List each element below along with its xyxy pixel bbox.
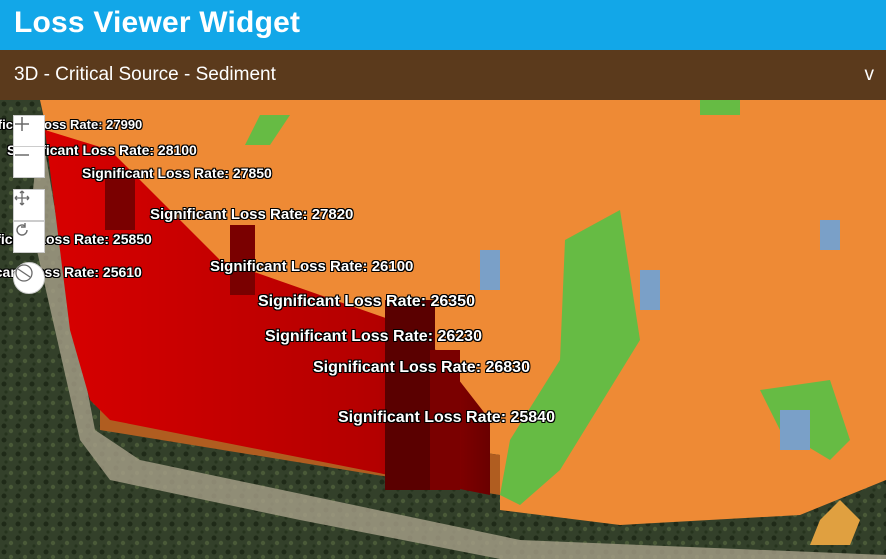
- compass-icon: [15, 264, 33, 282]
- rotate-button[interactable]: [13, 221, 45, 253]
- move-icon: [14, 190, 30, 206]
- app-title: Loss Viewer Widget: [14, 6, 301, 39]
- low-loss-strip: [700, 100, 740, 115]
- plus-icon: [15, 117, 29, 131]
- zoom-in-button[interactable]: [13, 115, 45, 147]
- loss-rate-label: Significant Loss Rate: 27820: [150, 206, 354, 223]
- blue-patch: [820, 220, 840, 250]
- loss-rate-label: Significant Loss Rate: 26230: [265, 328, 482, 345]
- loss-rate-label: Significant Loss Rate: 27850: [82, 165, 272, 181]
- map-view[interactable]: Significant Loss Rate: 27990 Significant…: [0, 100, 886, 559]
- loss-rate-label: Significant Loss Rate: 25840: [338, 409, 555, 426]
- loss-rate-label: Significant Loss Rate: 26100: [210, 258, 414, 275]
- chevron-down-icon[interactable]: v: [865, 64, 875, 86]
- blue-patch: [480, 250, 500, 290]
- blue-patch: [780, 410, 810, 450]
- compass-button[interactable]: [13, 262, 45, 294]
- loss-rate-label: Significant Loss Rate: 26350: [258, 293, 475, 310]
- layer-select[interactable]: 3D - Critical Source - Sediment v: [0, 50, 886, 100]
- blue-patch: [640, 270, 660, 310]
- app-header: Loss Viewer Widget: [0, 0, 886, 50]
- pan-button[interactable]: [13, 189, 45, 221]
- loss-rate-label: Significant Loss Rate: 26830: [313, 359, 530, 376]
- layer-select-value[interactable]: 3D - Critical Source - Sediment: [14, 64, 276, 86]
- minus-icon: [15, 154, 29, 156]
- rotate-icon: [16, 223, 28, 236]
- zoom-out-button[interactable]: [13, 146, 45, 178]
